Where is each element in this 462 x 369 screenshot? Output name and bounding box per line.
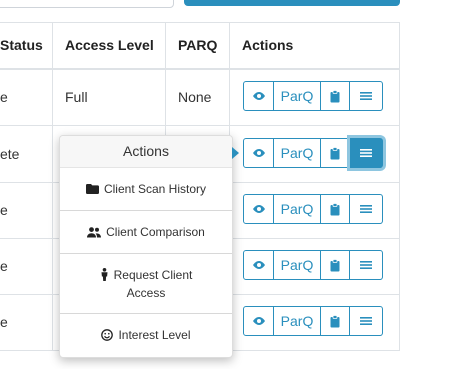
clipboard-icon: [330, 314, 340, 327]
row-actions-group: ParQ: [243, 138, 383, 170]
menu-button[interactable]: [350, 306, 383, 336]
popover-title: Actions: [60, 136, 232, 168]
eye-icon: [252, 261, 265, 269]
menu-item-label: Interest Level: [118, 328, 191, 342]
parq-button[interactable]: ParQ: [274, 306, 321, 336]
parq-button[interactable]: ParQ: [274, 138, 321, 168]
table-header: Status Access Level PARQ Actions: [0, 22, 400, 70]
header-status[interactable]: Status: [0, 23, 43, 68]
header-access-level[interactable]: Access Level: [65, 23, 154, 68]
person-icon: [100, 268, 109, 281]
parq-button[interactable]: ParQ: [274, 194, 321, 224]
menu-item-label: Client Comparison: [106, 225, 205, 239]
top-action-button[interactable]: [184, 0, 400, 6]
menu-button-active[interactable]: [350, 138, 383, 168]
header-actions: Actions: [242, 37, 294, 53]
clipboard-button[interactable]: [321, 194, 350, 224]
view-button[interactable]: [243, 81, 274, 111]
smiley-icon: [101, 329, 114, 341]
status-cell: e: [0, 314, 8, 330]
view-button[interactable]: [243, 306, 274, 336]
header-parq[interactable]: PARQ: [178, 23, 217, 68]
status-cell: e: [0, 258, 8, 274]
clipboard-button[interactable]: [321, 250, 350, 280]
row-actions-group: ParQ: [243, 250, 383, 282]
menu-item-label-line2: Access: [126, 285, 166, 300]
hamburger-icon: [360, 205, 372, 213]
access-level-cell: Full: [65, 89, 88, 105]
view-button[interactable]: [243, 194, 274, 224]
menu-item-request-client-access[interactable]: Request Client Access: [60, 254, 232, 313]
clipboard-icon: [330, 89, 340, 102]
hamburger-icon: [360, 92, 372, 100]
eye-icon: [252, 317, 265, 325]
parq-button[interactable]: ParQ: [274, 250, 321, 280]
view-button[interactable]: [243, 250, 274, 280]
menu-item-client-scan-history[interactable]: Client Scan History: [60, 167, 232, 210]
status-cell: e: [0, 89, 8, 105]
parq-button[interactable]: ParQ: [274, 81, 321, 111]
clipboard-icon: [330, 202, 340, 215]
row-actions-group: ParQ: [243, 81, 383, 113]
view-button[interactable]: [243, 138, 274, 168]
hamburger-icon: [360, 317, 372, 325]
status-cell: e: [0, 202, 8, 218]
eye-icon: [252, 205, 265, 213]
actions-popover: Actions Client Scan History Client Compa…: [59, 135, 233, 358]
clipboard-icon: [330, 258, 340, 271]
users-icon: [87, 226, 102, 238]
menu-item-interest-level[interactable]: Interest Level: [60, 314, 232, 356]
menu-button[interactable]: [350, 194, 383, 224]
menu-button[interactable]: [350, 81, 383, 111]
eye-icon: [252, 92, 265, 100]
hamburger-icon: [360, 261, 372, 269]
eye-icon: [252, 149, 265, 157]
clipboard-button[interactable]: [321, 81, 350, 111]
status-cell: ete: [0, 146, 20, 162]
menu-item-label: Request Client: [113, 267, 193, 282]
clipboard-button[interactable]: [321, 306, 350, 336]
row-actions-group: ParQ: [243, 194, 383, 226]
menu-button[interactable]: [350, 250, 383, 280]
top-input-field[interactable]: [0, 0, 174, 8]
clipboard-button[interactable]: [321, 138, 350, 168]
row-actions-group: ParQ: [243, 306, 383, 338]
table-row: e Full None ParQ: [0, 69, 400, 126]
menu-item-client-comparison[interactable]: Client Comparison: [60, 211, 232, 253]
popover-arrow: [232, 147, 239, 159]
clipboard-icon: [330, 146, 340, 159]
hamburger-icon: [360, 149, 372, 157]
parq-cell: None: [178, 89, 212, 105]
folder-icon: [85, 183, 99, 194]
menu-item-label: Client Scan History: [103, 181, 207, 196]
